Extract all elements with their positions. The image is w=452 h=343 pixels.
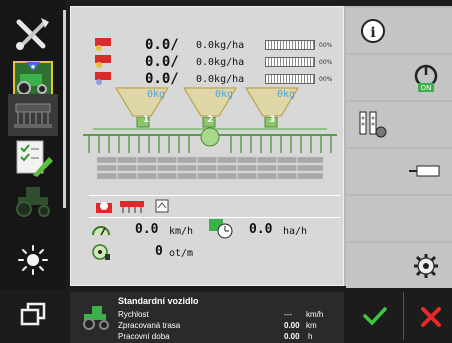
main-panel: 0.0/ 0.0kg/ha 00% 0.0/ 0.0kg/ha 00% 0.0/…	[70, 6, 344, 286]
rate-bar	[265, 57, 315, 67]
hopper-number: 2	[207, 115, 214, 125]
softkey-empty[interactable]	[346, 243, 399, 288]
rate-value: 0.0/	[145, 37, 179, 53]
metering-unit-red-icon	[95, 55, 111, 68]
svg-text:★: ★	[30, 63, 36, 71]
on-label: ON	[420, 84, 431, 92]
info-value: 0.00	[284, 332, 300, 341]
cancel-button[interactable]	[420, 306, 442, 332]
info-icon: i	[360, 18, 385, 43]
hopper-level: 0kg	[277, 89, 296, 100]
divider	[89, 195, 341, 196]
info-value: ---	[284, 310, 292, 319]
tools-icon[interactable]	[8, 12, 58, 56]
metering-unit-red-icon	[95, 72, 111, 85]
softkey-empty[interactable]	[399, 8, 452, 53]
confirm-button[interactable]	[363, 306, 387, 330]
info-label: Rychlost	[118, 310, 149, 319]
scrollbar[interactable]	[63, 10, 66, 208]
hopper-level: 0kg	[147, 89, 166, 100]
rate-row: 0.0/ 0.0kg/ha 00%	[93, 36, 343, 54]
softkey-empty[interactable]	[399, 102, 452, 147]
vehicle-title: Standardní vozidlo	[118, 296, 199, 306]
seed-drill-diagram	[83, 117, 337, 180]
metering-unit-red-icon	[95, 38, 111, 51]
rate-value: 0.0/	[145, 71, 179, 87]
area-rate-unit: ha/h	[283, 226, 308, 237]
on-button[interactable]: ON	[399, 55, 452, 100]
rate-bar	[265, 40, 315, 50]
rate-kg-ha: 0.0kg/ha	[196, 73, 245, 85]
softkey-empty[interactable]	[346, 55, 399, 100]
speed-unit: km/h	[169, 226, 194, 237]
window-switch-icon[interactable]	[20, 302, 46, 330]
gear-icon	[413, 253, 438, 278]
implement-button[interactable]	[399, 149, 452, 194]
fan-alarm-icon	[96, 202, 112, 213]
rpm-unit: ot/m	[169, 248, 194, 259]
left-sidebar: ★	[0, 0, 66, 290]
speedometer-icon	[92, 226, 110, 236]
info-label: Zpracovaná trasa	[118, 321, 181, 330]
rate-bar	[265, 74, 315, 84]
tractor-icon[interactable]	[8, 178, 58, 222]
settings-button[interactable]	[399, 243, 452, 288]
softkey-empty[interactable]	[346, 196, 399, 241]
on-power-icon: ON	[414, 64, 437, 92]
info-unit: h	[308, 332, 313, 341]
hopper-level: 0kg	[215, 89, 234, 100]
seed-drill-status-icon	[120, 201, 144, 213]
vehicle-info-panel: Standardní vozidlo Rychlost --- km/h Zpr…	[70, 292, 344, 343]
rate-row: 0.0/ 0.0kg/ha 00%	[93, 53, 343, 71]
rate-percent: 00%	[319, 75, 333, 83]
tramline-button[interactable]	[346, 102, 399, 147]
seed-tramline-icon	[359, 111, 386, 137]
implement-icon	[408, 165, 439, 176]
cancel-icon	[421, 307, 441, 327]
rpm-value: 0	[155, 244, 163, 259]
hopper-number: 1	[143, 115, 150, 125]
info-value: 0.00	[284, 321, 300, 330]
fan-rpm-icon	[92, 244, 110, 260]
info-unit: km	[306, 321, 317, 330]
info-button[interactable]: i	[346, 8, 399, 53]
softkey-empty[interactable]	[346, 149, 399, 194]
hopper-number: 3	[269, 115, 276, 125]
area-rate-value: 0.0	[249, 222, 273, 237]
rate-percent: 00%	[319, 58, 333, 66]
confirm-icon	[363, 307, 387, 326]
seeder-icon[interactable]	[8, 94, 58, 136]
rate-percent: 00%	[319, 41, 333, 49]
softkey-panel: i ON	[344, 6, 452, 288]
screen: { "rates": [ {"value": "0.0/", "rate": "…	[0, 0, 452, 343]
info-unit: km/h	[306, 310, 324, 319]
speed-value: 0.0	[135, 222, 159, 237]
svg-text:i: i	[370, 25, 375, 41]
tractor-icon	[83, 306, 109, 330]
checklist-pencil-icon[interactable]	[8, 136, 58, 180]
area-rate-icon	[209, 219, 233, 239]
divider	[403, 292, 404, 340]
softkey-empty[interactable]	[399, 196, 452, 241]
field-map-icon	[155, 199, 169, 213]
info-label: Pracovní doba	[118, 332, 170, 341]
rate-kg-ha: 0.0kg/ha	[196, 39, 245, 51]
brightness-icon[interactable]	[8, 238, 58, 282]
rate-kg-ha: 0.0kg/ha	[196, 56, 245, 68]
rate-value: 0.0/	[145, 54, 179, 70]
